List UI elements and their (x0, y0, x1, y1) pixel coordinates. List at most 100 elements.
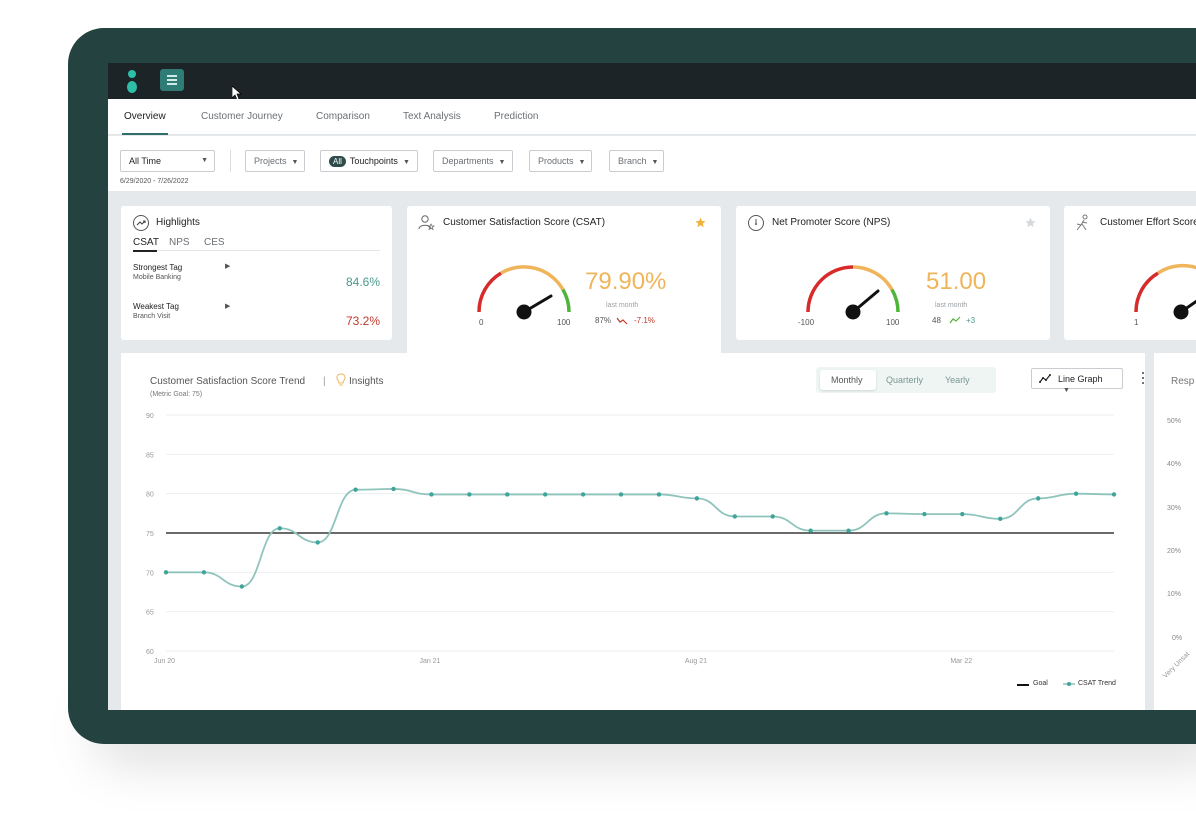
projects-filter-select[interactable]: Projects ▼ (245, 150, 305, 172)
period-selector: Monthly Quarterly Yearly (816, 367, 996, 393)
csat-trend-point (770, 514, 775, 519)
top-bar (108, 63, 1196, 100)
ces-gauge (1134, 263, 1196, 320)
y-tick-label: 70 (146, 570, 154, 577)
period-quarterly[interactable]: Quarterly (886, 375, 923, 385)
date-range-label: 6/29/2020 - 7/26/2022 (120, 178, 189, 185)
csat-trend-point (543, 492, 548, 497)
highlights-tab-csat[interactable]: CSAT (133, 237, 159, 248)
csat-last-month-value: 87% (595, 316, 612, 325)
csat-trend-chart: 90 85 80 75 70 65 60Jun 20 Jan 21 Aug 21 Mar 22 (146, 413, 1117, 665)
caret-right-icon[interactable]: ▶ (225, 262, 230, 270)
csat-trend-point (1111, 492, 1117, 497)
response-card-title: Resp (1171, 376, 1195, 387)
chevron-down-icon: ▼ (291, 159, 299, 166)
nps-card[interactable]: Net Promoter Score (NPS) -100 100 51.00 … (736, 206, 1050, 340)
time-filter-select[interactable]: All Time ▼ (120, 150, 215, 172)
active-tab-indicator (122, 133, 168, 135)
trend-title: Customer Satisfaction Score Trend (150, 376, 306, 387)
nps-change: +3 (966, 316, 976, 325)
caret-right-icon[interactable]: ▶ (225, 302, 230, 310)
csat-trend-point (732, 514, 737, 519)
legend-goal-label: Goal (1033, 680, 1048, 687)
chart-type-label: Line Graph (1058, 374, 1103, 384)
ces-title: Customer Effort Score (1100, 217, 1196, 228)
csat-trend-point (618, 492, 624, 497)
speedometer-icon (748, 215, 764, 231)
trend-up-icon (133, 215, 149, 231)
chevron-down-icon: ▼ (201, 157, 208, 164)
effort-person-icon (1076, 214, 1088, 231)
mouse-cursor-icon (232, 86, 242, 100)
touchpoints-filter-select[interactable]: All Touchpoints ▼ (320, 150, 418, 172)
chevron-down-icon: ▼ (651, 159, 659, 166)
y-tick-label: 65 (146, 610, 154, 617)
highlights-title: Highlights (156, 217, 200, 228)
csat-trend-point (1073, 491, 1079, 496)
line-graph-icon (1039, 374, 1051, 383)
y-tick-label: 75 (146, 531, 154, 538)
tab-comparison[interactable]: Comparison (316, 111, 370, 122)
csat-trend-point (1035, 496, 1041, 501)
csat-trend-point (884, 511, 889, 516)
strongest-tag-name: Mobile Banking (133, 274, 181, 281)
more-options-icon[interactable] (1142, 372, 1145, 384)
y-tick-label: 60 (146, 649, 154, 656)
csat-trend-point (960, 511, 965, 517)
csat-trend-point (239, 584, 245, 589)
response-tick: 0% (1172, 635, 1183, 642)
tab-text-analysis[interactable]: Text Analysis (403, 111, 461, 122)
highlights-card: Highlights CSAT NPS CES Strongest Tag ▶ … (121, 206, 392, 340)
star-icon[interactable] (695, 217, 706, 228)
y-tick-label: 85 (146, 452, 154, 459)
csat-trend-point (580, 492, 586, 497)
nps-gauge-max: 100 (886, 318, 900, 327)
weakest-tag-value: 73.2% (345, 314, 380, 328)
star-icon[interactable] (1025, 217, 1036, 228)
chevron-down-icon: ▼ (498, 159, 506, 166)
products-filter-select[interactable]: Products ▼ (529, 150, 592, 172)
brand-logo[interactable] (126, 70, 138, 93)
csat-card[interactable]: Customer Satisfaction Score (CSAT) 0 100… (407, 206, 721, 354)
legend-trend-label: CSAT Trend (1078, 680, 1116, 687)
tab-prediction[interactable]: Prediction (494, 111, 538, 122)
tab-customer-journey[interactable]: Customer Journey (201, 111, 283, 122)
response-tick: 30% (1167, 505, 1182, 512)
divider (230, 150, 231, 172)
chevron-down-icon: ▼ (402, 159, 410, 166)
insights-link[interactable]: Insights (349, 376, 383, 387)
branch-filter-select[interactable]: Branch ▼ (609, 150, 664, 172)
metric-goal-note: (Metric Goal: 75) (150, 391, 203, 398)
response-tick: 50% (1167, 418, 1182, 425)
nps-gauge (806, 265, 900, 320)
highlights-tab-ces[interactable]: CES (204, 237, 225, 248)
weakest-tag-name: Branch Visit (133, 313, 171, 320)
highlights-tab-nps[interactable]: NPS (169, 237, 190, 248)
y-tick-label: 80 (146, 492, 154, 499)
response-tick: 10% (1167, 591, 1182, 598)
x-tick-label: Jun 20 (154, 658, 175, 665)
response-axis-label: Very Unsat (1162, 650, 1192, 680)
csat-title: Customer Satisfaction Score (CSAT) (443, 217, 606, 228)
active-tab-indicator (133, 250, 157, 252)
lightbulb-icon[interactable] (335, 373, 347, 387)
departments-filter-label: Departments (442, 156, 494, 166)
ces-card[interactable]: Customer Effort Score 1 (1064, 206, 1196, 340)
trend-up-icon (949, 316, 961, 324)
csat-trend-point (694, 496, 700, 501)
menu-icon[interactable] (160, 69, 184, 91)
trend-title-separator: | (323, 376, 326, 387)
user-star-icon (418, 215, 435, 231)
csat-gauge (477, 265, 571, 320)
csat-trend-point (467, 492, 472, 497)
period-yearly[interactable]: Yearly (945, 375, 970, 385)
csat-gauge-max: 100 (557, 318, 571, 327)
tab-overview[interactable]: Overview (124, 111, 166, 122)
stage: Overview Customer Journey Comparison Tex… (0, 0, 1196, 815)
period-monthly[interactable]: Monthly (831, 375, 863, 385)
departments-filter-select[interactable]: Departments ▼ (433, 150, 513, 172)
strongest-tag-value: 84.6% (345, 275, 380, 289)
response-tick: 20% (1167, 548, 1182, 555)
chart-type-select[interactable]: Line Graph ▼ (1031, 368, 1123, 394)
response-distribution-card: Resp 50% 40% 30% 20% 10% 0% Very Unsat (1154, 353, 1196, 710)
